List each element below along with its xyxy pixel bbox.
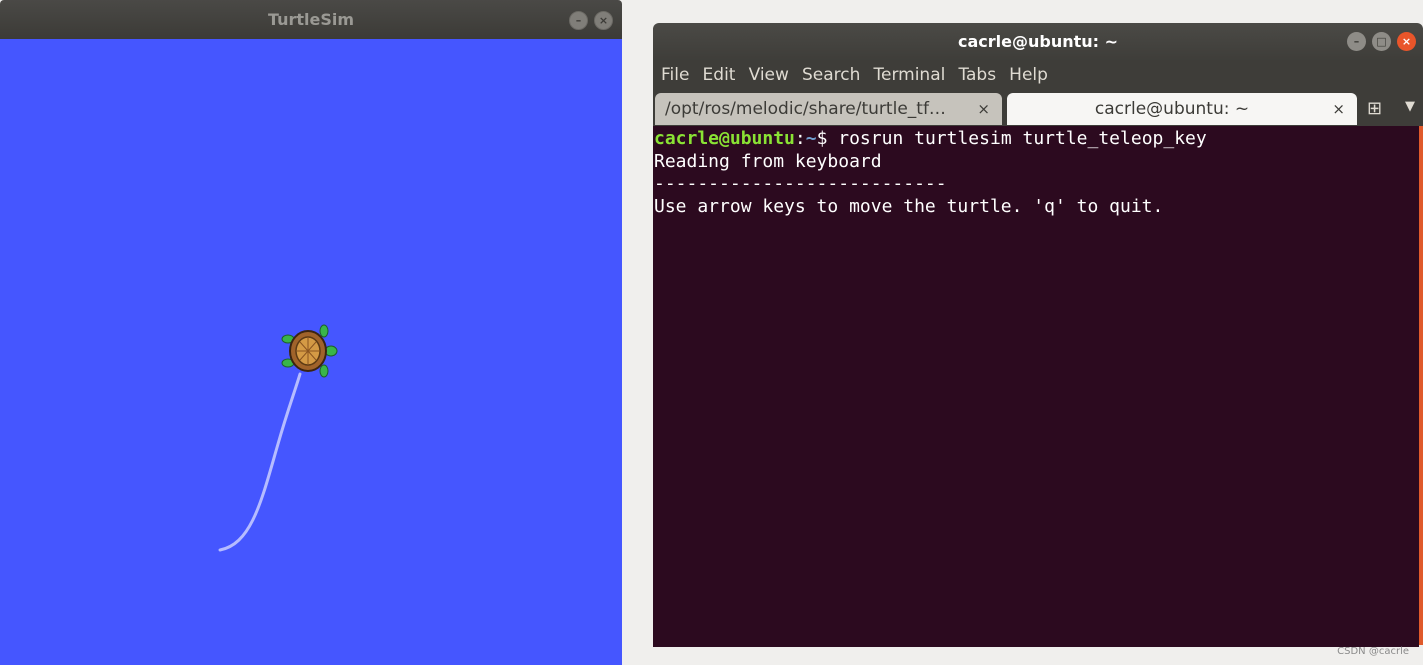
minimize-icon[interactable]: – xyxy=(569,11,588,30)
menu-view[interactable]: View xyxy=(749,65,789,85)
prompt-symbol: $ xyxy=(816,128,828,149)
tab-bar: /opt/ros/melodic/share/turtle_tf… × cacr… xyxy=(653,91,1423,126)
tab-turtle-tf[interactable]: /opt/ros/melodic/share/turtle_tf… × xyxy=(655,93,1002,125)
maximize-icon[interactable]: □ xyxy=(1372,32,1391,51)
prompt-separator: : xyxy=(794,128,806,149)
tab-close-icon[interactable]: × xyxy=(1332,93,1345,125)
command-text: rosrun turtlesim turtle_teleop_key xyxy=(827,128,1207,149)
new-tab-icon[interactable]: ⊞ xyxy=(1367,98,1382,119)
turtlesim-titlebar[interactable]: TurtleSim – × xyxy=(0,0,622,39)
tab-label: cacrle@ubuntu: ~ xyxy=(1094,99,1250,119)
scrollbar[interactable] xyxy=(1419,126,1423,645)
minimize-icon[interactable]: – xyxy=(1347,32,1366,51)
tab-label: /opt/ros/melodic/share/turtle_tf… xyxy=(665,99,946,119)
menubar: File Edit View Search Terminal Tabs Help xyxy=(653,61,1423,91)
menu-edit[interactable]: Edit xyxy=(703,65,736,85)
output-line: Use arrow keys to move the turtle. 'q' t… xyxy=(654,195,1164,217)
output-line: --------------------------- xyxy=(654,173,947,194)
close-icon[interactable]: × xyxy=(594,11,613,30)
menu-help[interactable]: Help xyxy=(1009,65,1048,85)
menu-terminal[interactable]: Terminal xyxy=(874,65,946,85)
menu-tabs[interactable]: Tabs xyxy=(958,65,996,85)
turtle-trail xyxy=(218,372,302,552)
terminal-title: cacrle@ubuntu: ~ xyxy=(957,32,1119,51)
turtlesim-window: TurtleSim – × xyxy=(0,0,622,665)
terminal-titlebar[interactable]: cacrle@ubuntu: ~ – □ × xyxy=(653,23,1423,61)
turtlesim-canvas xyxy=(0,39,622,665)
terminal-window: cacrle@ubuntu: ~ – □ × File Edit View Se… xyxy=(653,23,1423,647)
tab-cacrle-ubuntu[interactable]: cacrle@ubuntu: ~ × xyxy=(1007,93,1357,125)
menu-file[interactable]: File xyxy=(661,65,689,85)
close-icon[interactable]: × xyxy=(1397,32,1416,51)
turtlesim-title: TurtleSim xyxy=(267,10,355,29)
tab-close-icon[interactable]: × xyxy=(977,93,990,125)
terminal-output[interactable]: cacrle@ubuntu:~$ rosrun turtlesim turtle… xyxy=(653,126,1419,647)
menu-search[interactable]: Search xyxy=(802,65,860,85)
prompt-line: cacrle@ubuntu:~$ rosrun turtlesim turtle… xyxy=(653,128,1419,151)
output-line: Reading from keyboard xyxy=(654,150,882,172)
prompt-user: cacrle@ubuntu xyxy=(654,128,795,149)
watermark: CSDN @cacrle xyxy=(1337,646,1409,657)
prompt-path: ~ xyxy=(805,128,817,149)
chevron-down-icon[interactable]: ▼ xyxy=(1405,99,1415,114)
turtle-icon xyxy=(281,324,338,378)
